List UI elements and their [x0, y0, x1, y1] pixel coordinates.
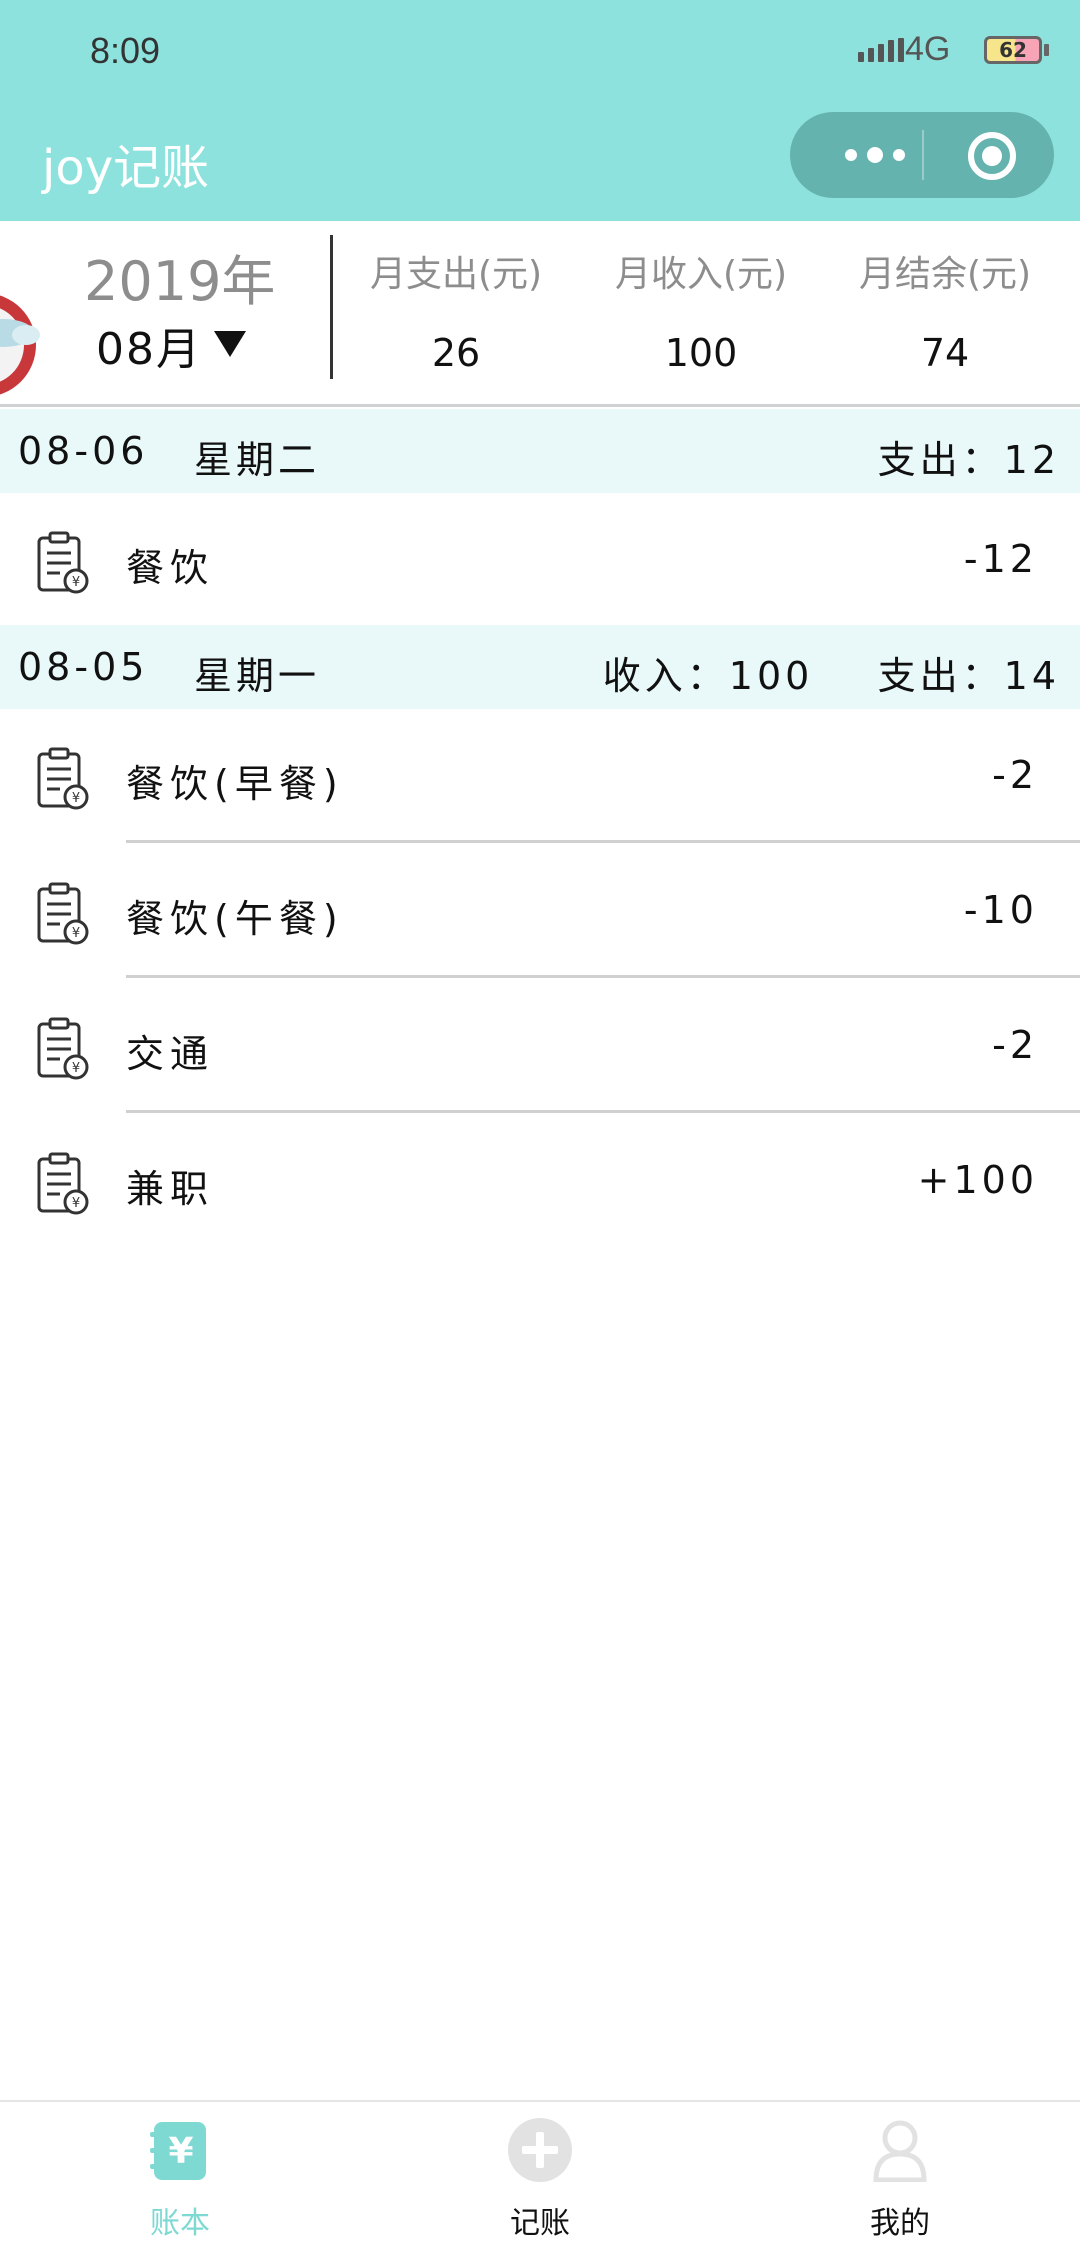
row-divider: [126, 975, 1080, 978]
entry-name: 交通: [126, 1032, 215, 1076]
stat-expense-label: 月支出(元): [369, 254, 543, 295]
month-summary: 2019年 08月 月支出(元) 26 月收入(元) 100 月结余(元) 74: [0, 221, 1080, 407]
tab-ledger-label: 账本: [150, 2206, 210, 2241]
stat-expense: 月支出(元) 26: [341, 245, 571, 375]
tab-bar: ¥ 账本 记账 我的: [0, 2100, 1080, 2248]
person-icon: [873, 2120, 927, 2183]
tab-me-label: 我的: [870, 2206, 930, 2241]
stat-balance-label: 月结余(元): [858, 254, 1032, 295]
row-divider: [126, 840, 1080, 843]
entry-amount: +100: [917, 1158, 1038, 1202]
svg-text:¥: ¥: [72, 926, 80, 941]
more-icon[interactable]: [830, 112, 920, 198]
day-header: 08-05 星期一 收入：100 支出：14: [0, 625, 1080, 709]
yen-note-icon: ¥: [150, 2122, 206, 2180]
list-item[interactable]: ¥ 餐饮(早餐) -2: [0, 709, 1080, 843]
list-item[interactable]: ¥ 餐饮 -12: [0, 493, 1080, 627]
entry-name: 兼职: [126, 1167, 215, 1211]
battery-level: 62: [999, 38, 1027, 62]
app-title: joy记账: [42, 140, 210, 196]
year-label: 2019年: [84, 250, 276, 313]
receipt-yen-icon: ¥: [37, 882, 89, 945]
close-target-icon[interactable]: [968, 132, 1016, 180]
day-date: 08-05: [18, 645, 149, 689]
row-divider: [126, 1110, 1080, 1113]
tab-me[interactable]: 我的: [800, 2118, 1000, 2242]
receipt-yen-icon: ¥: [37, 1017, 89, 1080]
svg-text:¥: ¥: [72, 1061, 80, 1076]
entry-amount: -12: [963, 537, 1038, 581]
signal-icon: [858, 38, 904, 62]
tab-add-record[interactable]: 记账: [440, 2118, 640, 2242]
entry-name: 餐饮(早餐): [126, 762, 344, 806]
entry-amount: -2: [992, 753, 1038, 797]
day-date: 08-06: [18, 429, 149, 473]
list-item[interactable]: ¥ 兼职 +100: [0, 1114, 1080, 1248]
stat-income-label: 月收入(元): [614, 254, 788, 295]
day-totals: 支出：12: [877, 438, 1060, 482]
dropdown-arrow-icon[interactable]: [214, 331, 246, 357]
stat-balance: 月结余(元) 74: [830, 245, 1060, 375]
top-header: 8:09 4G 62 joy记账: [0, 0, 1080, 221]
summary-divider: [330, 235, 333, 379]
network-type: 4G: [905, 30, 951, 68]
day-weekday: 星期二: [194, 438, 321, 482]
tab-ledger[interactable]: ¥ 账本: [80, 2118, 280, 2242]
capsule-divider: [922, 130, 924, 180]
list-item[interactable]: ¥ 餐饮(午餐) -10: [0, 844, 1080, 978]
entry-name: 餐饮(午餐): [126, 897, 344, 941]
miniprogram-capsule: [790, 112, 1054, 198]
mascot-icon: [0, 295, 40, 395]
svg-text:¥: ¥: [168, 2131, 193, 2172]
stat-balance-value: 74: [920, 331, 970, 375]
stat-expense-value: 26: [431, 331, 481, 375]
stat-income: 月收入(元) 100: [586, 245, 816, 375]
receipt-yen-icon: ¥: [37, 747, 89, 810]
stat-income-value: 100: [664, 331, 738, 375]
receipt-yen-icon: ¥: [37, 531, 89, 594]
tab-add-record-label: 记账: [510, 2206, 570, 2241]
entry-name: 餐饮: [126, 546, 215, 590]
status-time: 8:09: [90, 30, 161, 71]
receipt-yen-icon: ¥: [37, 1152, 89, 1215]
day-weekday: 星期一: [194, 654, 321, 698]
list-item[interactable]: ¥ 交通 -2: [0, 979, 1080, 1113]
battery-icon: 62: [984, 36, 1042, 64]
svg-text:¥: ¥: [72, 575, 80, 590]
svg-text:¥: ¥: [72, 1196, 80, 1211]
battery-tip: [1044, 44, 1049, 56]
entry-amount: -10: [963, 888, 1038, 932]
plus-circle-icon: [508, 2118, 572, 2182]
svg-text:¥: ¥: [72, 791, 80, 806]
day-totals: 收入：100 支出：14: [602, 654, 1060, 698]
day-header: 08-06 星期二 支出：12: [0, 409, 1080, 493]
month-selector[interactable]: 08月: [96, 313, 202, 377]
entry-amount: -2: [992, 1023, 1038, 1067]
